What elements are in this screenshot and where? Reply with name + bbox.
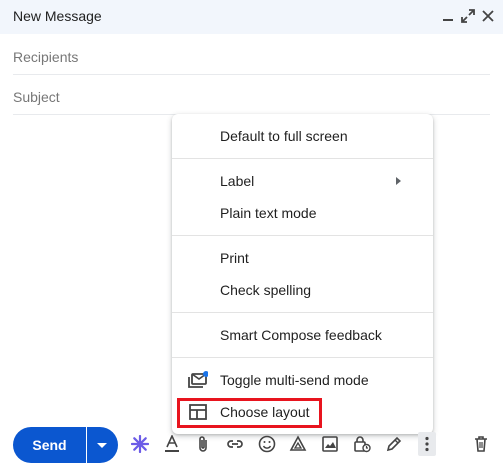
photo-icon[interactable] [320, 434, 340, 454]
send-button[interactable]: Send [13, 427, 86, 463]
trash-icon[interactable] [471, 434, 491, 454]
more-options-icon[interactable] [418, 432, 436, 456]
menu-divider [172, 235, 433, 236]
menu-item-label: Print [220, 250, 249, 266]
close-icon[interactable] [480, 8, 496, 24]
minimize-icon[interactable] [440, 8, 456, 24]
menu-item-label: Plain text mode [220, 205, 317, 221]
menu-divider [172, 357, 433, 358]
menu-item-plain-text-mode[interactable]: Plain text mode [172, 198, 433, 228]
menu-item-label: Smart Compose feedback [220, 327, 382, 343]
menu-item-toggle-multi-send[interactable]: Toggle multi-send mode [172, 365, 433, 395]
subject-placeholder: Subject [13, 89, 60, 105]
link-icon[interactable] [225, 434, 245, 454]
signature-icon[interactable] [384, 434, 404, 454]
submenu-arrow-icon [396, 177, 401, 185]
compose-toolbar: Send [0, 425, 503, 465]
menu-item-choose-layout[interactable]: Choose layout [172, 397, 433, 427]
recipients-placeholder: Recipients [13, 49, 79, 65]
more-options-menu: Default to full screen Label Plain text … [172, 114, 433, 434]
menu-item-label: Default to full screen [220, 128, 348, 144]
subject-field[interactable]: Subject [13, 77, 490, 115]
menu-item-smart-compose-feedback[interactable]: Smart Compose feedback [172, 320, 433, 350]
menu-item-check-spelling[interactable]: Check spelling [172, 275, 433, 305]
menu-item-label-submenu[interactable]: Label [172, 166, 433, 196]
menu-item-default-full-screen[interactable]: Default to full screen [172, 121, 433, 151]
recipients-field[interactable]: Recipients [13, 37, 490, 75]
menu-divider [172, 158, 433, 159]
attach-icon[interactable] [193, 434, 213, 454]
menu-item-label: Toggle multi-send mode [220, 372, 369, 388]
send-options-chevron-icon[interactable] [87, 427, 118, 463]
emoji-icon[interactable] [257, 434, 277, 454]
drive-icon[interactable] [288, 434, 308, 454]
menu-item-label: Choose layout [220, 404, 310, 420]
gemini-icon[interactable] [130, 434, 150, 454]
menu-item-label: Check spelling [220, 282, 312, 298]
menu-item-print[interactable]: Print [172, 243, 433, 273]
compose-title: New Message [13, 8, 102, 24]
formatting-icon[interactable] [162, 434, 182, 454]
compose-header: New Message [0, 0, 503, 34]
menu-item-label: Label [220, 173, 255, 189]
multi-send-icon [188, 371, 209, 389]
layout-icon [188, 403, 208, 421]
lock-clock-icon[interactable] [352, 434, 372, 454]
menu-divider [172, 312, 433, 313]
expand-icon[interactable] [460, 8, 476, 24]
